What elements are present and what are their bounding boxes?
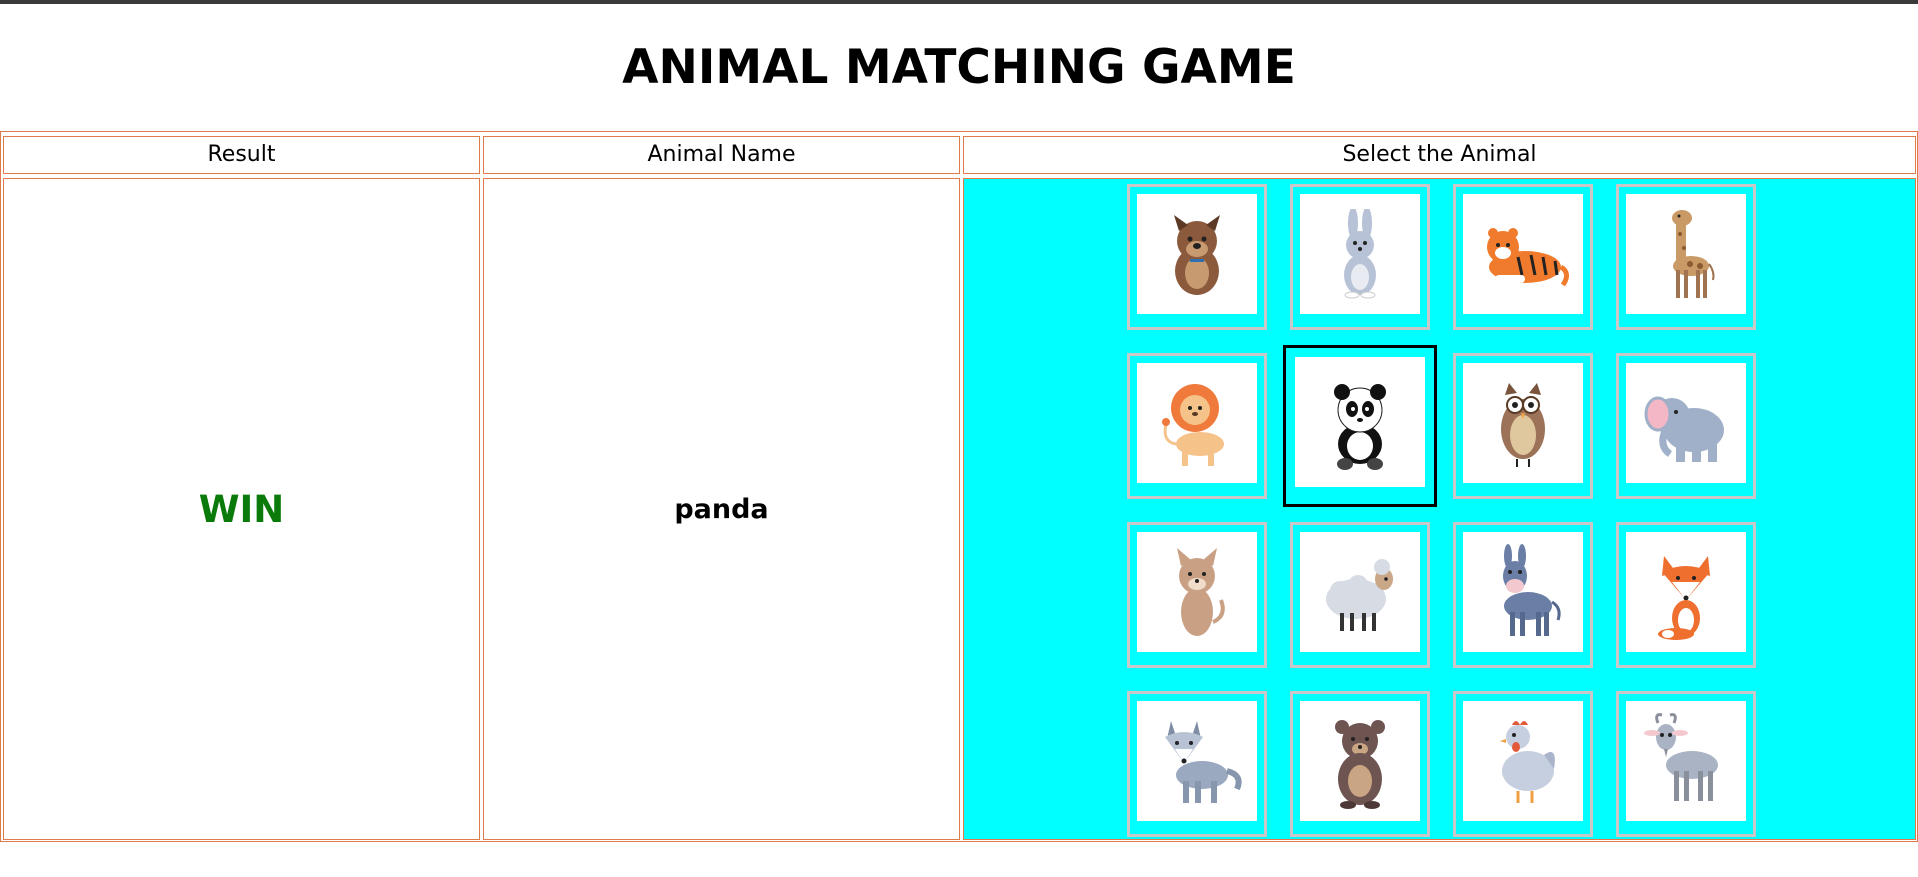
- animal-image: [1137, 701, 1257, 821]
- animal-tile-panda[interactable]: [1283, 345, 1437, 507]
- result-cell: WIN: [3, 178, 480, 840]
- animal-tile-donkey[interactable]: [1453, 522, 1593, 668]
- panda-icon: [1315, 372, 1405, 472]
- animal-tile-sheep[interactable]: [1290, 522, 1430, 668]
- animal-image: [1463, 701, 1583, 821]
- bear-icon: [1320, 711, 1400, 811]
- top-border: [0, 0, 1918, 4]
- chicken-icon: [1478, 711, 1568, 811]
- animal-image: [1137, 194, 1257, 314]
- animal-tile-wolf[interactable]: [1127, 691, 1267, 837]
- header-select-animal: Select the Animal: [963, 136, 1916, 174]
- animal-image: [1463, 194, 1583, 314]
- animal-tile-fox[interactable]: [1616, 522, 1756, 668]
- animal-image: [1295, 357, 1425, 487]
- page-title: ANIMAL MATCHING GAME: [622, 40, 1296, 95]
- animal-image: [1137, 532, 1257, 652]
- dog-icon: [1152, 209, 1242, 299]
- animal-grid-cell: [963, 178, 1916, 840]
- wolf-icon: [1147, 711, 1247, 811]
- animal-name-text: panda: [674, 493, 769, 525]
- donkey-icon: [1478, 542, 1568, 642]
- tiger-icon: [1473, 209, 1573, 299]
- animal-image: [1626, 532, 1746, 652]
- animal-name-cell: panda: [483, 178, 960, 840]
- animal-tile-tiger[interactable]: [1453, 184, 1593, 330]
- animal-tile-elephant[interactable]: [1616, 353, 1756, 499]
- animal-tile-dog[interactable]: [1127, 184, 1267, 330]
- elephant-icon: [1636, 378, 1736, 468]
- animal-image: [1463, 363, 1583, 483]
- header-animal-name: Animal Name: [483, 136, 960, 174]
- animal-image: [1626, 363, 1746, 483]
- result-text: WIN: [198, 487, 285, 531]
- game-table: Result Animal Name Select the Animal WIN…: [0, 131, 1918, 842]
- animal-tile-chicken[interactable]: [1453, 691, 1593, 837]
- animal-tile-giraffe[interactable]: [1616, 184, 1756, 330]
- goat-icon: [1636, 711, 1736, 811]
- rabbit-icon: [1315, 209, 1405, 299]
- animal-tile-lion[interactable]: [1127, 353, 1267, 499]
- animal-tile-rabbit[interactable]: [1290, 184, 1430, 330]
- header-result: Result: [3, 136, 480, 174]
- animal-tile-goat[interactable]: [1616, 691, 1756, 837]
- animal-image: [1463, 532, 1583, 652]
- animal-tile-cat[interactable]: [1127, 522, 1267, 668]
- giraffe-icon: [1646, 204, 1726, 304]
- animal-tile-bear[interactable]: [1290, 691, 1430, 837]
- sheep-icon: [1310, 547, 1410, 637]
- animal-image: [1626, 194, 1746, 314]
- animal-image: [1300, 532, 1420, 652]
- animal-image: [1300, 701, 1420, 821]
- animal-tile-owl[interactable]: [1453, 353, 1593, 499]
- fox-icon: [1646, 542, 1726, 642]
- cat-icon: [1157, 542, 1237, 642]
- animal-image: [1300, 194, 1420, 314]
- owl-icon: [1483, 373, 1563, 473]
- animal-image: [1137, 363, 1257, 483]
- lion-icon: [1150, 378, 1245, 468]
- animal-grid: [1124, 181, 1764, 837]
- animal-image: [1626, 701, 1746, 821]
